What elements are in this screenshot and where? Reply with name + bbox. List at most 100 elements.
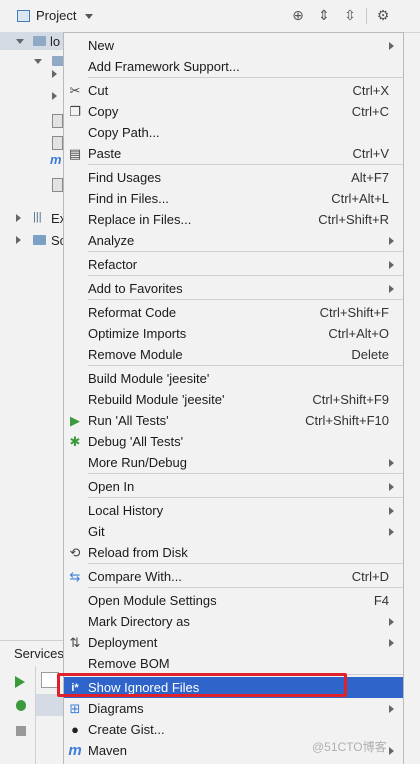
menu-item-label: Refactor (88, 257, 138, 272)
menu-separator (88, 473, 403, 474)
menu-item-open-in[interactable]: Open In (64, 476, 403, 497)
menu-item-label: Cut (88, 83, 109, 98)
menu-item-remove-bom[interactable]: Remove BOM (64, 653, 403, 674)
chevron-down-icon[interactable] (34, 59, 42, 64)
menu-item-reformat-code[interactable]: Reformat Code Ctrl+Shift+F (64, 302, 403, 323)
run-icon[interactable] (15, 676, 25, 688)
menu-item-copy[interactable]: ❐ Copy Ctrl+C (64, 101, 403, 122)
menu-item-label: Deployment (88, 635, 158, 650)
submenu-arrow-icon (389, 285, 394, 293)
submenu-arrow-icon (389, 261, 394, 269)
menu-separator (88, 77, 403, 78)
menu-item-shortcut: Ctrl+C (351, 104, 389, 119)
menu-item-label: New (88, 38, 115, 53)
menu-item-label: Analyze (88, 233, 135, 248)
submenu-arrow-icon (389, 237, 394, 245)
scratches-icon (33, 235, 46, 245)
submenu-arrow-icon (389, 507, 394, 515)
gear-icon[interactable]: ⚙ (375, 7, 391, 23)
project-title[interactable]: Project (36, 8, 76, 23)
menu-item-add-to-favorites[interactable]: Add to Favorites (64, 278, 403, 299)
menu-item-label: Find Usages (88, 170, 161, 185)
submenu-arrow-icon (389, 42, 394, 50)
menu-separator (88, 587, 403, 588)
menu-item-label: Replace in Files... (88, 212, 192, 227)
menu-item-local-history[interactable]: Local History (64, 500, 403, 521)
annotation-highlight (57, 673, 347, 697)
menu-item-add-framework-support[interactable]: Add Framework Support... (64, 56, 403, 77)
markdown-file-icon (52, 178, 63, 192)
menu-item-build-module-jeesite[interactable]: Build Module 'jeesite' (64, 368, 403, 389)
menu-item-paste[interactable]: ▤ Paste Ctrl+V (64, 143, 403, 164)
menu-item-rebuild-module-jeesite[interactable]: Rebuild Module 'jeesite' Ctrl+Shift+F9 (64, 389, 403, 410)
module-folder-icon (33, 36, 46, 46)
submenu-arrow-icon (389, 705, 394, 713)
chevron-down-icon[interactable] (85, 14, 93, 19)
project-icon (17, 10, 30, 22)
menu-item-shortcut: Ctrl+X (352, 83, 389, 98)
menu-item-find-in-files[interactable]: Find in Files... Ctrl+Alt+L (64, 188, 403, 209)
tree-item-label[interactable]: lo (50, 34, 60, 49)
menu-item-remove-module[interactable]: Remove Module Delete (64, 344, 403, 365)
chevron-right-icon[interactable] (16, 214, 21, 222)
compare-icon: ⇆ (69, 569, 81, 584)
file-icon (52, 114, 63, 128)
project-toolwindow-header: Project ⊕ ⇕ ⇳ ⚙ (0, 0, 420, 33)
menu-item-cut[interactable]: ✂ Cut Ctrl+X (64, 80, 403, 101)
chevron-down-icon[interactable] (16, 39, 24, 44)
chevron-right-icon[interactable] (52, 92, 57, 100)
menu-item-shortcut: Ctrl+V (352, 146, 389, 161)
menu-item-shortcut: Ctrl+Shift+F10 (305, 413, 389, 428)
menu-separator (88, 275, 403, 276)
maven-file-icon: m (50, 152, 62, 167)
menu-item-label: Paste (88, 146, 122, 161)
menu-item-create-gist[interactable]: ● Create Gist... (64, 719, 403, 740)
menu-item-reload-from-disk[interactable]: ⟲ Reload from Disk (64, 542, 403, 563)
collapse-all-icon[interactable]: ⇳ (342, 7, 358, 23)
menu-item-copy-path[interactable]: Copy Path... (64, 122, 403, 143)
chevron-right-icon[interactable] (52, 70, 57, 78)
github-icon: ● (71, 722, 79, 737)
menu-item-shortcut: Delete (351, 347, 389, 362)
menu-item-open-module-settings[interactable]: Open Module Settings F4 (64, 590, 403, 611)
debug-icon[interactable] (16, 700, 26, 711)
menu-item-git[interactable]: Git (64, 521, 403, 542)
file-icon (52, 136, 63, 150)
stop-icon[interactable] (16, 726, 26, 736)
menu-item-mark-directory-as[interactable]: Mark Directory as (64, 611, 403, 632)
menu-item-label: Rebuild Module 'jeesite' (88, 392, 225, 407)
menu-item-label: More Run/Debug (88, 455, 187, 470)
submenu-arrow-icon (389, 618, 394, 626)
menu-item-shortcut: Ctrl+D (351, 569, 389, 584)
menu-item-replace-in-files[interactable]: Replace in Files... Ctrl+Shift+R (64, 209, 403, 230)
submenu-arrow-icon (389, 483, 394, 491)
menu-separator (88, 365, 403, 366)
menu-item-shortcut: F4 (373, 593, 389, 608)
menu-item-new[interactable]: New (64, 35, 403, 56)
menu-item-run-all-tests[interactable]: ▶ Run 'All Tests' Ctrl+Shift+F10 (64, 410, 403, 431)
expand-all-icon[interactable]: ⇕ (316, 7, 332, 23)
menu-item-compare-with[interactable]: ⇆ Compare With... Ctrl+D (64, 566, 403, 587)
menu-item-label: Reformat Code (88, 305, 177, 320)
menu-item-analyze[interactable]: Analyze (64, 230, 403, 251)
menu-item-optimize-imports[interactable]: Optimize Imports Ctrl+Alt+O (64, 323, 403, 344)
copy-icon: ❐ (69, 104, 81, 119)
paste-icon: ▤ (68, 146, 82, 161)
menu-item-debug-all-tests[interactable]: ✱ Debug 'All Tests' (64, 431, 403, 452)
menu-item-find-usages[interactable]: Find Usages Alt+F7 (64, 167, 403, 188)
services-header: Services (0, 640, 64, 665)
menu-item-label: Open In (88, 479, 135, 494)
reload-icon: ⟲ (69, 545, 81, 560)
locate-icon[interactable]: ⊕ (290, 7, 306, 23)
chevron-right-icon[interactable] (16, 236, 21, 244)
menu-item-diagrams[interactable]: ⊞ Diagrams (64, 698, 403, 719)
menu-item-refactor[interactable]: Refactor (64, 254, 403, 275)
menu-item-label: Local History (88, 503, 164, 518)
services-selected-row[interactable] (36, 694, 64, 716)
menu-item-deployment[interactable]: ⇅ Deployment (64, 632, 403, 653)
menu-item-label: Compare With... (88, 569, 182, 584)
menu-separator (88, 251, 403, 252)
menu-item-more-run-debug[interactable]: More Run/Debug (64, 452, 403, 473)
library-icon: ||| (33, 211, 42, 223)
project-tree[interactable]: lo m ||| Ex Sc (0, 32, 66, 632)
